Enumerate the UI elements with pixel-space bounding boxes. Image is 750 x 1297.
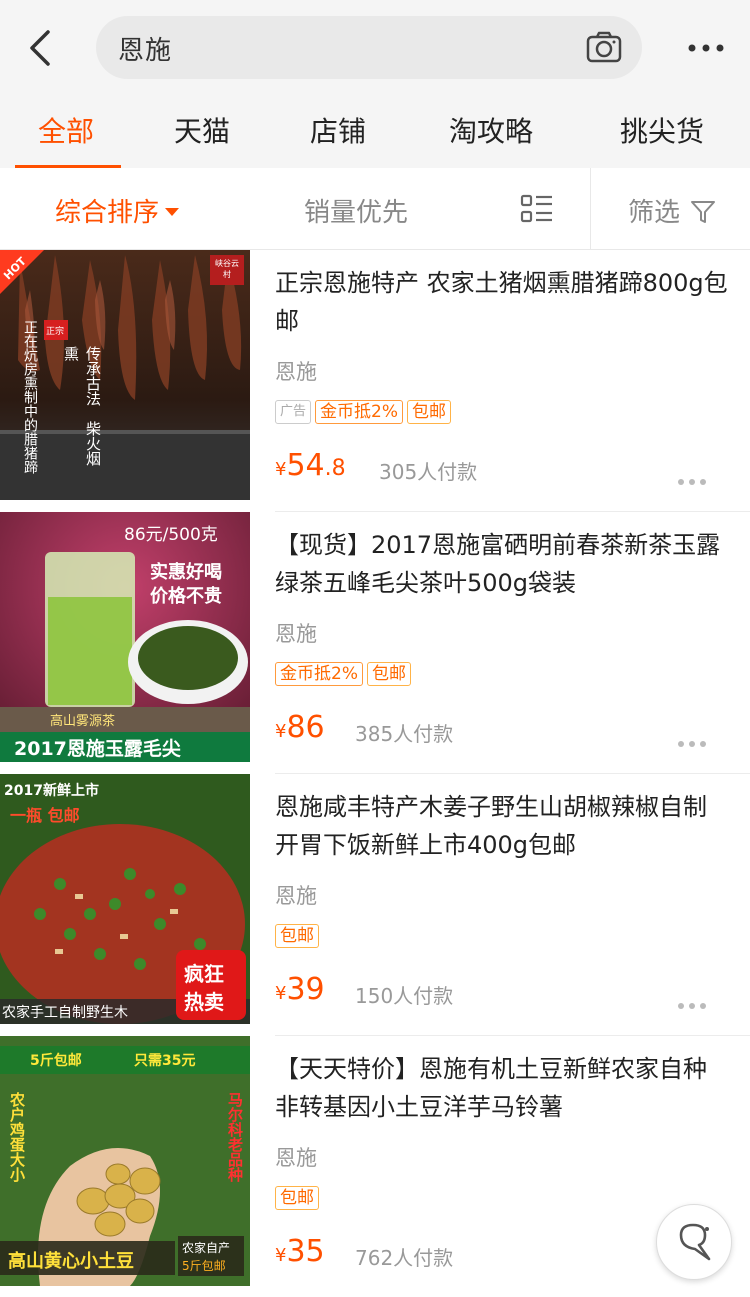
product-title[interactable]: 【现货】2017恩施富硒明前春茶新茶玉露绿茶五峰毛尖茶叶500g袋装 — [275, 526, 730, 602]
product-location: 恩施 — [275, 884, 317, 908]
image-slogan: 价格不贵 — [150, 586, 222, 607]
product-image-pepper-sauce[interactable]: 2017新鲜上市 一瓶 包邮 疯狂 热卖 农家手工自制野生木 — [0, 774, 250, 1024]
product-location: 恩施 — [275, 622, 317, 646]
image-side-text: 农户鸡蛋大小 — [8, 1092, 26, 1182]
free-shipping-badge: 包邮 — [407, 400, 451, 424]
product-price: ¥54.8 — [275, 448, 346, 483]
sales-count: 150人付款 — [355, 984, 454, 1008]
tab-premium[interactable]: 挑尖货 — [620, 110, 704, 150]
product-price: ¥86 — [275, 710, 325, 745]
more-options-icon[interactable] — [682, 30, 730, 66]
free-shipping-badge: 包邮 — [275, 1186, 319, 1210]
caret-down-icon — [165, 207, 180, 216]
product-price: ¥35 — [275, 1234, 325, 1269]
tab-shops[interactable]: 店铺 — [310, 110, 366, 150]
image-caption: 高山雾源茶 — [50, 714, 116, 729]
search-input[interactable]: 恩施 — [96, 16, 642, 79]
product-image-smoked-pork[interactable]: HOT 峡谷云村 正宗 正在炕房熏制中的腊猪蹄 传承古法 柴火烟熏 — [0, 250, 250, 500]
hot-sale-badge: 疯狂 — [184, 962, 224, 986]
product-item[interactable]: 5斤包邮 只需35元 农户鸡蛋大小 马尔科老品种 高山黄心小土豆 农家自产 5斤… — [0, 1036, 750, 1297]
sort-label: 综合排序 — [55, 198, 160, 228]
free-shipping-badge: 包邮 — [366, 662, 411, 686]
image-price-text: 86元/500克 — [124, 525, 218, 545]
filter-label: 筛选 — [628, 198, 681, 228]
product-info: 【现货】2017恩施富硒明前春茶新茶玉露绿茶五峰毛尖茶叶500g袋装 恩施 金币… — [275, 512, 735, 774]
sales-count: 305人付款 — [379, 460, 478, 484]
sort-comprehensive-button[interactable]: 综合排序 — [55, 192, 180, 229]
product-price: ¥39 — [275, 972, 325, 1007]
product-info: 恩施咸丰特产木姜子野生山胡椒辣椒自制开胃下饭新鲜上市400g包邮 恩施 包邮 ¥… — [275, 774, 735, 1036]
more-dots-icon[interactable] — [677, 478, 707, 486]
tab-all[interactable]: 全部 — [38, 110, 94, 150]
product-item[interactable]: 86元/500克 实惠好喝 价格不贵 高山雾源茶 2017恩施玉露毛尖 【现货】… — [0, 512, 750, 774]
sort-bar: 综合排序 销量优先 筛选 — [0, 168, 750, 250]
coin-discount-badge: 金币抵2% — [315, 400, 403, 424]
product-item[interactable]: 2017新鲜上市 一瓶 包邮 疯狂 热卖 农家手工自制野生木 恩施咸丰特产木姜子… — [0, 774, 750, 1036]
product-tags: 包邮 — [275, 924, 323, 950]
divider — [590, 168, 591, 250]
image-slogan: 传承古法 柴火烟熏 — [62, 346, 102, 466]
list-view-icon[interactable] — [520, 194, 554, 224]
image-side-text: 马尔科老品种 — [226, 1092, 244, 1182]
image-corner-text: 农家自产 — [182, 1241, 231, 1255]
back-arrow-icon[interactable] — [22, 26, 62, 70]
product-image-potatoes[interactable]: 5斤包邮 只需35元 农户鸡蛋大小 马尔科老品种 高山黄心小土豆 农家自产 5斤… — [0, 1036, 250, 1286]
search-header: 恩施 — [0, 0, 750, 96]
image-subheadline: 一瓶 包邮 — [10, 806, 80, 825]
product-title[interactable]: 恩施咸丰特产木姜子野生山胡椒辣椒自制开胃下饭新鲜上市400g包邮 — [275, 788, 730, 864]
sales-count: 385人付款 — [355, 722, 454, 746]
camera-icon[interactable] — [586, 30, 622, 64]
filter-button[interactable]: 筛选 — [628, 192, 716, 229]
hot-sale-badge: 热卖 — [184, 990, 224, 1014]
coin-discount-badge: 金币抵2% — [275, 662, 363, 686]
category-tabs: 全部 天猫 店铺 淘攻略 挑尖货 — [0, 96, 750, 168]
customer-service-button[interactable] — [656, 1204, 732, 1280]
image-banner: 高山黄心小土豆 — [8, 1251, 134, 1272]
ad-badge: 广告 — [275, 400, 312, 424]
product-info: 正宗恩施特产 农家土猪烟熏腊猪蹄800g包邮 恩施 广告 金币抵2% 包邮 ¥54.… — [275, 250, 735, 512]
tab-tmall[interactable]: 天猫 — [174, 110, 230, 150]
search-query: 恩施 — [118, 36, 173, 66]
image-headline: 5斤包邮 — [30, 1053, 82, 1069]
product-tags: 金币抵2% 包邮 — [275, 662, 415, 688]
more-dots-icon[interactable] — [677, 740, 707, 748]
image-banner: 农家手工自制野生木 — [2, 1005, 128, 1021]
product-tags: 包邮 — [275, 1186, 323, 1212]
product-title[interactable]: 【天天特价】恩施有机土豆新鲜农家自种非转基因小土豆洋芋马铃薯 — [275, 1050, 730, 1126]
image-headline: 只需35元 — [134, 1053, 196, 1069]
image-banner: 2017恩施玉露毛尖 — [14, 738, 181, 760]
filter-funnel-icon — [691, 200, 716, 223]
image-caption: 正在炕房熏制中的腊猪蹄 — [22, 320, 38, 474]
product-image-green-tea[interactable]: 86元/500克 实惠好喝 价格不贵 高山雾源茶 2017恩施玉露毛尖 — [0, 512, 250, 762]
sales-count: 762人付款 — [355, 1246, 454, 1270]
image-label: 正宗 — [46, 327, 65, 337]
brand-seal: 峡谷云村 — [215, 259, 239, 279]
more-dots-icon[interactable] — [677, 1002, 707, 1010]
sort-sales-button[interactable]: 销量优先 — [304, 192, 408, 229]
chat-bubble-icon — [679, 1223, 711, 1261]
product-location: 恩施 — [275, 1146, 317, 1170]
product-tags: 广告 金币抵2% 包邮 — [275, 400, 455, 426]
image-corner-text: 5斤包邮 — [182, 1259, 226, 1273]
image-headline: 2017新鲜上市 — [4, 783, 99, 799]
free-shipping-badge: 包邮 — [275, 924, 319, 948]
image-slogan: 实惠好喝 — [150, 562, 222, 583]
tab-guides[interactable]: 淘攻略 — [449, 110, 533, 150]
product-location: 恩施 — [275, 360, 317, 384]
product-item[interactable]: HOT 峡谷云村 正宗 正在炕房熏制中的腊猪蹄 传承古法 柴火烟熏 正宗恩施特产… — [0, 250, 750, 512]
product-title[interactable]: 正宗恩施特产 农家土猪烟熏腊猪蹄800g包邮 — [275, 264, 730, 340]
